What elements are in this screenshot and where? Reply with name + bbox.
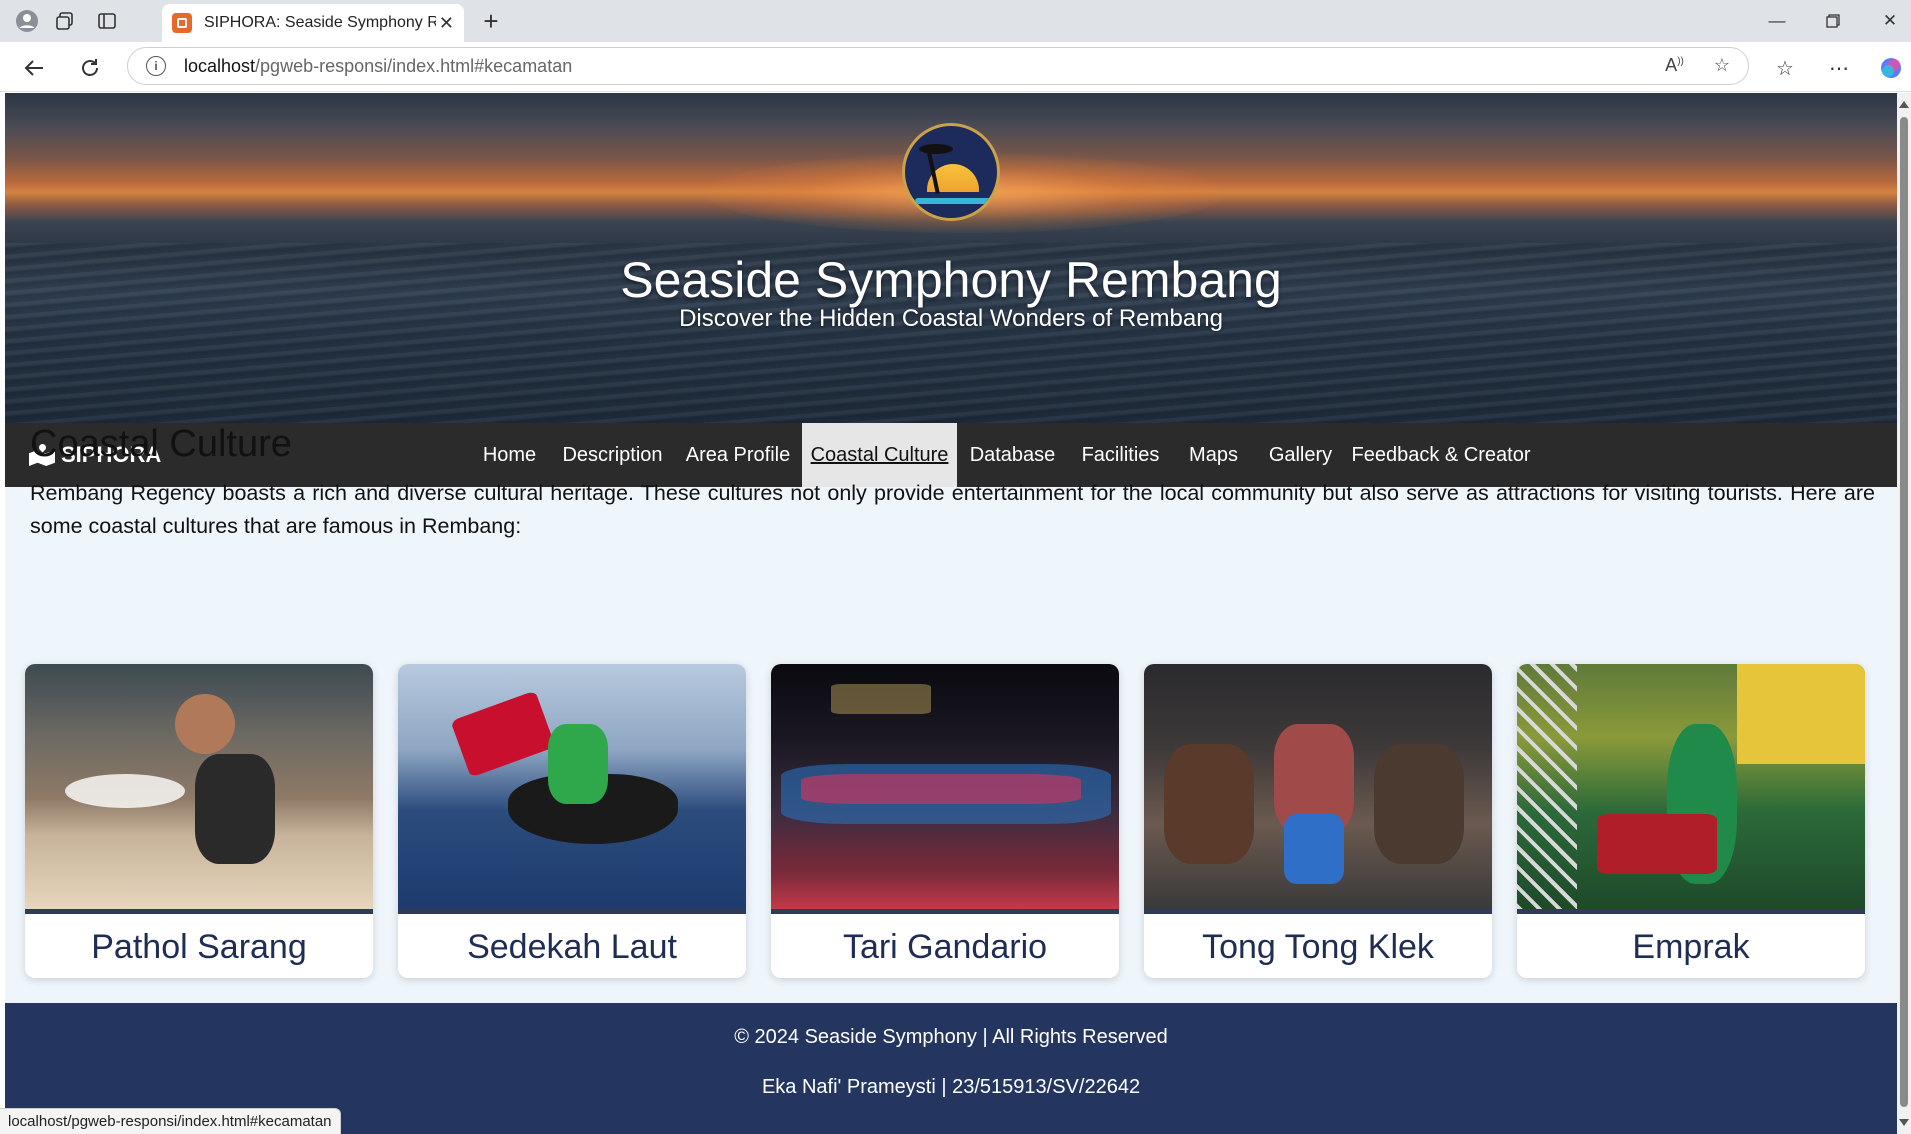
sedekah-laut-image [398, 664, 746, 909]
read-aloud-icon[interactable]: A)) [1665, 55, 1684, 76]
footer-author: Eka Nafi' Prameysti | 23/515913/SV/22642 [761, 1076, 1141, 1098]
section-description: Rembang Regency boasts a rich and divers… [30, 481, 1875, 538]
site-logo[interactable] [902, 123, 1000, 221]
pathol-sarang-image [25, 664, 373, 909]
minimize-icon[interactable]: — [1764, 8, 1790, 34]
card-label: Tari Gandario [842, 927, 1048, 966]
status-bar-url: localhost/pgweb-responsi/index.html#keca… [0, 1108, 341, 1134]
hero-title: Seaside Symphony Rembang [620, 252, 1282, 308]
scroll-down-icon[interactable] [1899, 1119, 1909, 1126]
culture-card-emprak[interactable]: Emprak [1517, 664, 1865, 978]
favorite-star-icon[interactable]: ☆ [1714, 55, 1730, 76]
vertical-scrollbar[interactable] [1897, 93, 1911, 1134]
culture-card-sedekah-laut[interactable]: Sedekah Laut [398, 664, 746, 978]
culture-card-tari-gandario[interactable]: Tari Gandario [771, 664, 1119, 978]
footer-copyright: © 2024 Seaside Symphony | All Rights Res… [734, 1026, 1168, 1048]
scroll-up-icon[interactable] [1899, 101, 1909, 108]
workspaces-icon[interactable] [52, 8, 78, 34]
back-icon[interactable] [20, 54, 48, 82]
hero-subtitle: Discover the Hidden Coastal Wonders of R… [679, 305, 1223, 332]
browser-tab-bar: SIPHORA: Seaside Symphony Rembang ✕ + — … [0, 0, 1911, 42]
card-label: Sedekah Laut [467, 927, 677, 966]
card-label: Pathol Sarang [91, 927, 307, 966]
copilot-icon[interactable] [1877, 54, 1905, 82]
culture-card-tong-tong-klek[interactable]: Tong Tong Klek [1144, 664, 1492, 978]
card-label: Emprak [1632, 927, 1750, 966]
favicon-icon [172, 13, 192, 33]
address-toolbar: i localhost/pgweb-responsi/index.html#ke… [0, 42, 1911, 92]
card-label: Tong Tong Klek [1202, 927, 1434, 966]
url-path: /pgweb-responsi/index.html#kecamatan [255, 55, 573, 76]
culture-card-pathol-sarang[interactable]: Pathol Sarang [25, 664, 373, 978]
close-tab-icon[interactable]: ✕ [439, 13, 454, 34]
url-input[interactable]: i localhost/pgweb-responsi/index.html#ke… [127, 47, 1749, 85]
tari-gandario-image [771, 664, 1119, 909]
close-window-icon[interactable]: ✕ [1877, 8, 1903, 34]
url-host: localhost [184, 55, 256, 76]
profile-icon[interactable] [14, 8, 40, 34]
tab-title: SIPHORA: Seaside Symphony Rembang [204, 14, 436, 31]
hero-banner: Seaside Symphony Rembang Discover the Hi… [5, 93, 1897, 423]
section-title: Coastal Culture [30, 423, 292, 465]
browser-tab[interactable]: SIPHORA: Seaside Symphony Rembang ✕ [162, 4, 464, 42]
scroll-thumb[interactable] [1900, 117, 1908, 1107]
emprak-image [1517, 664, 1865, 909]
restore-icon[interactable] [1820, 8, 1846, 34]
page-viewport: Seaside Symphony Rembang Discover the Hi… [5, 93, 1897, 1134]
more-menu-icon[interactable]: ⋯ [1825, 54, 1853, 82]
site-info-icon[interactable]: i [146, 56, 166, 76]
favorites-icon[interactable]: ☆ [1771, 54, 1799, 82]
new-tab-icon[interactable]: + [476, 6, 506, 36]
tab-actions-icon[interactable] [94, 8, 120, 34]
reload-icon[interactable] [76, 54, 104, 82]
tong-tong-klek-image [1144, 664, 1492, 909]
